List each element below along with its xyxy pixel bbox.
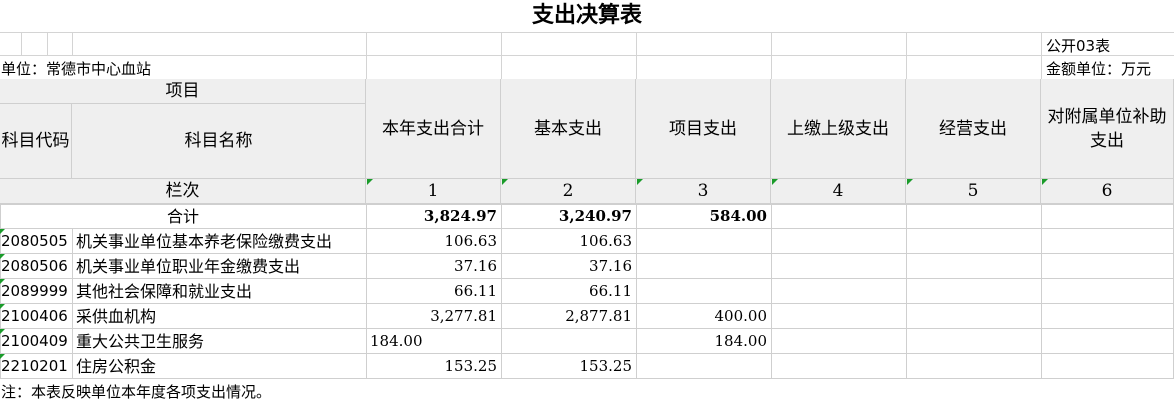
row-project [636, 279, 771, 304]
row-total: 37.16 [454, 257, 497, 275]
row-name: 机关事业单位职业年金缴费支出 [76, 257, 301, 276]
total-row-basic: 3,240.97 [558, 207, 632, 225]
row-name: 住房公积金 [76, 357, 157, 376]
row-project: 184.00 [714, 332, 768, 350]
grid-line [366, 32, 367, 79]
header-business: 经营支出 [906, 79, 1041, 179]
cell-marker [0, 279, 5, 284]
row-code: 2100406 [1, 307, 68, 325]
row-project [636, 354, 771, 379]
cell-marker [0, 254, 5, 259]
column-index: 4 [771, 179, 906, 204]
row-basic: 37.16 [589, 257, 632, 275]
row-project [636, 229, 771, 254]
cell-marker [0, 304, 5, 309]
cell-marker [0, 329, 5, 334]
header-code: 科目代码 [0, 104, 72, 179]
col-line [906, 204, 907, 379]
row-code: 2080506 [1, 257, 68, 275]
cell-marker [1042, 179, 1048, 185]
footnote: 注：本表反映单位本年度各项支出情况。 [1, 383, 272, 401]
row-total: 153.25 [444, 357, 498, 375]
row-code: 2080505 [1, 232, 68, 250]
cell-marker [502, 179, 508, 185]
column-index: 5 [906, 179, 1041, 204]
row-basic: 106.63 [579, 232, 633, 250]
row-code: 2100409 [1, 332, 68, 350]
column-index: 1 [366, 179, 501, 204]
cell-marker [637, 179, 643, 185]
grid-line [906, 32, 907, 79]
row-total: 184.00 [370, 332, 423, 350]
header-project-expense: 项目支出 [636, 79, 771, 179]
grid-line [636, 32, 637, 79]
amount-unit: 金额单位：万元 [1046, 60, 1152, 78]
grid-line [0, 55, 1174, 56]
col-line [72, 229, 73, 379]
grid-line [501, 32, 502, 79]
column-index: 6 [1041, 179, 1174, 204]
column-index-label: 栏次 [0, 179, 366, 204]
column-index: 3 [636, 179, 771, 204]
grid-line [771, 32, 772, 79]
row-basic [501, 329, 636, 354]
total-row-label: 合计 [166, 207, 199, 226]
row-project: 400.00 [714, 307, 768, 325]
header-project: 项目 [0, 79, 366, 104]
col-line [771, 204, 772, 379]
row-name: 机关事业单位基本养老保险缴费支出 [76, 232, 333, 251]
cell-marker [0, 229, 5, 234]
row-code: 2210201 [1, 357, 68, 375]
header-total: 本年支出合计 [366, 79, 501, 179]
grid-line [1041, 32, 1042, 79]
header-basic: 基本支出 [501, 79, 636, 179]
row-basic: 2,877.81 [565, 307, 632, 325]
row-total: 3,277.81 [430, 307, 497, 325]
row-basic: 153.25 [579, 357, 633, 375]
grid-line [72, 32, 73, 55]
total-row-project: 584.00 [709, 207, 767, 225]
grid-line [21, 32, 22, 55]
row-basic: 66.11 [589, 282, 632, 300]
header-subsidy: 对附属单位补助支出 [1041, 79, 1174, 179]
cell-marker [367, 179, 373, 185]
col-line [1041, 204, 1042, 379]
total-row-total: 3,824.97 [423, 207, 497, 225]
row-name: 其他社会保障和就业支出 [76, 282, 253, 301]
header-upper: 上缴上级支出 [771, 79, 906, 179]
header-name: 科目名称 [72, 104, 366, 179]
form-code: 公开03表 [1046, 37, 1111, 55]
cell-marker [772, 179, 778, 185]
row-total: 106.63 [444, 232, 498, 250]
row-code: 2089999 [1, 282, 68, 300]
report-title: 支出决算表 [531, 3, 642, 28]
row-project [636, 254, 771, 279]
cell-marker [0, 354, 5, 359]
column-index: 2 [501, 179, 636, 204]
cell-marker [907, 179, 913, 185]
row-total: 66.11 [454, 282, 497, 300]
row-name: 采供血机构 [76, 307, 157, 326]
row-name: 重大公共卫生服务 [76, 332, 205, 351]
unit-label: 单位：常德市中心血站 [1, 60, 152, 78]
grid-line [0, 32, 1174, 33]
grid-line [47, 32, 48, 55]
